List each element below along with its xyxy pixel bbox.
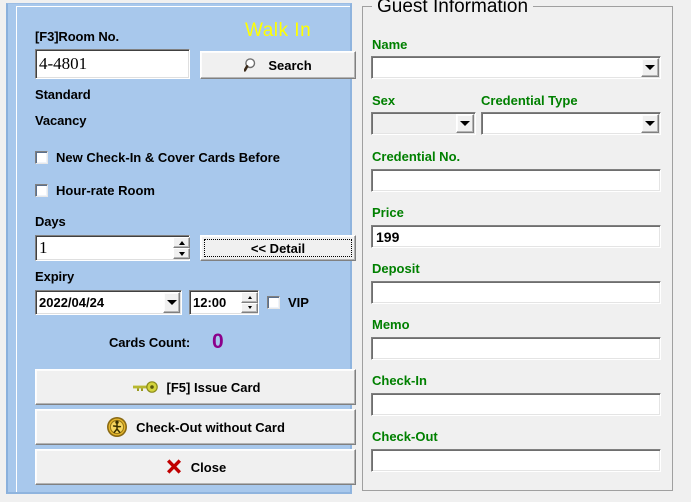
days-stepper[interactable] [173,237,190,259]
expiry-date-input[interactable]: 2022/04/24 [35,290,182,315]
days-stepper-up[interactable] [173,237,190,248]
new-checkin-checkbox-row[interactable]: New Check-In & Cover Cards Before [35,150,280,165]
credential-type-input[interactable] [481,112,661,135]
vip-checkbox-label: VIP [288,295,309,310]
issue-card-button-label: [F5] Issue Card [166,379,261,395]
checkout-label: Check-Out [372,429,438,444]
hour-rate-checkbox-label: Hour-rate Room [56,183,155,198]
deposit-input[interactable] [371,281,661,304]
checkout-without-card-label: Check-Out without Card [136,419,285,435]
days-input[interactable]: 1 [35,235,190,261]
search-icon [243,57,260,73]
credential-no-label: Credential No. [372,149,461,164]
new-checkin-checkbox[interactable] [35,151,48,164]
credential-type-dropdown-button[interactable] [641,114,659,133]
credential-type-label: Credential Type [481,93,578,108]
detail-button[interactable]: << Detail [200,235,356,261]
chevron-down-icon [645,65,655,70]
room-no-label: [F3]Room No. [35,29,120,44]
detail-button-focus-ring [204,239,352,257]
chevron-down-icon [460,121,470,126]
expiry-time-stepper-down[interactable] [241,302,258,313]
room-operations-panel: [F3]Room No. Walk In 4-4801 Search Stand… [6,3,356,494]
chevron-down-icon [166,300,177,305]
expiry-date-dropdown-button[interactable] [163,292,180,313]
chevron-down-icon [645,121,655,126]
sex-label: Sex [372,93,396,108]
checkout-without-card-button[interactable]: Check-Out without Card [35,409,356,445]
expiry-label: Expiry [35,269,75,284]
credential-no-input[interactable] [371,169,661,192]
deposit-label: Deposit [372,261,420,276]
price-label: Price [372,205,404,220]
room-status-label: Vacancy [35,113,87,128]
hour-rate-checkbox-row[interactable]: Hour-rate Room [35,183,155,198]
walk-in-label: Walk In [245,20,312,41]
room-no-input[interactable]: 4-4801 [35,49,190,79]
close-button[interactable]: Close [35,449,356,485]
cards-count-value: 0 [212,330,224,353]
search-button-label: Search [268,57,312,73]
name-input[interactable] [371,56,661,79]
search-button[interactable]: Search [200,51,356,79]
room-type-label: Standard [35,87,91,102]
name-dropdown-button[interactable] [641,58,659,77]
vip-checkbox-row[interactable]: VIP [267,295,309,310]
days-label: Days [35,214,66,229]
checkin-label: Check-In [372,373,427,388]
memo-input[interactable] [371,337,661,360]
expiry-time-stepper[interactable] [241,292,258,313]
new-checkin-checkbox-label: New Check-In & Cover Cards Before [56,150,280,165]
checkout-person-icon [106,416,128,438]
memo-label: Memo [372,317,410,332]
checkin-input[interactable] [371,393,661,416]
hour-rate-checkbox[interactable] [35,184,48,197]
name-label: Name [372,37,408,52]
sex-dropdown-button[interactable] [456,114,474,133]
room-operations-inner: [F3]Room No. Walk In 4-4801 Search Stand… [16,6,356,492]
key-icon [131,379,159,395]
days-stepper-down[interactable] [173,248,190,259]
guest-information-title: Guest Information [372,0,534,18]
vip-checkbox[interactable] [267,296,280,309]
close-icon [165,458,183,476]
close-button-label: Close [190,459,227,475]
issue-card-button[interactable]: [F5] Issue Card [35,369,356,405]
checkout-input[interactable] [371,449,661,472]
price-input[interactable]: 199 [371,225,661,248]
cards-count-label: Cards Count: [109,335,191,350]
expiry-time-stepper-up[interactable] [241,292,258,303]
check-in-dialog: [F3]Room No. Walk In 4-4801 Search Stand… [0,0,691,502]
